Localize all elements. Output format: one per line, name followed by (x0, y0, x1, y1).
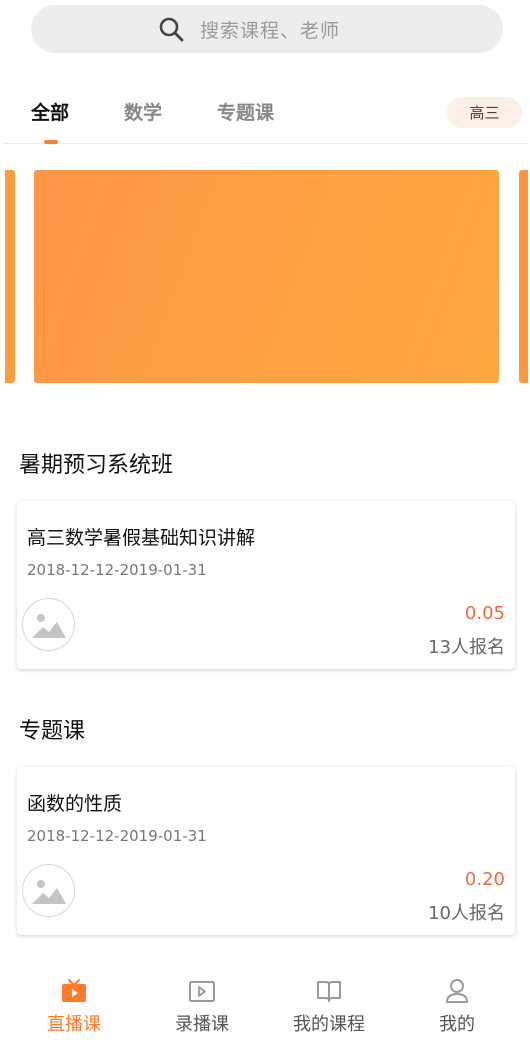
nav-label: 我的课程 (293, 1014, 365, 1035)
bottom-navigation: 直播课 录播课 我的课程 我的 (2, 968, 528, 1040)
course-price: 0.20 (464, 869, 505, 890)
live-tv-icon (62, 979, 86, 1002)
category-tabs: 全部 数学 专题课 高三 (2, 84, 528, 144)
teacher-avatar (22, 598, 75, 651)
course-price: 0.05 (464, 603, 505, 624)
video-icon (189, 981, 215, 1002)
teacher-avatar (22, 864, 75, 917)
search-placeholder: 搜索课程、老师 (199, 19, 340, 42)
image-placeholder-icon (31, 879, 66, 904)
banner-slide[interactable] (34, 170, 499, 383)
banner-next-slide[interactable] (519, 170, 528, 383)
nav-label: 我的 (439, 1014, 475, 1035)
book-icon (317, 981, 341, 1002)
course-card[interactable]: 高三数学暑假基础知识讲解 2018-12-12-2019-01-31 0.05 … (17, 501, 515, 669)
nav-label: 直播课 (47, 1014, 101, 1035)
course-title: 高三数学暑假基础知识讲解 (27, 527, 256, 549)
nav-recorded-courses[interactable]: 录播课 (152, 968, 252, 1040)
grade-filter-button[interactable]: 高三 (447, 97, 522, 128)
course-date: 2018-12-12-2019-01-31 (27, 561, 207, 579)
course-title: 函数的性质 (27, 793, 123, 815)
section-title-special: 专题课 (19, 719, 86, 744)
tab-all[interactable]: 全部 (31, 98, 69, 125)
app-screen: 搜索课程、老师 全部 数学 专题课 高三 暑期预习系统班 高三数学暑假基础知识讲… (2, 0, 528, 1040)
nav-profile[interactable]: 我的 (407, 968, 507, 1040)
course-date: 2018-12-12-2019-01-31 (27, 827, 207, 845)
banner-previous-slide[interactable] (5, 170, 15, 383)
nav-label: 录播课 (175, 1014, 229, 1035)
image-placeholder-icon (31, 613, 66, 638)
tab-math[interactable]: 数学 (124, 98, 162, 125)
user-icon (446, 979, 468, 1003)
course-card[interactable]: 函数的性质 2018-12-12-2019-01-31 0.20 10人报名 (17, 767, 515, 935)
course-enrolled-count: 13人报名 (428, 637, 505, 658)
section-title-summer: 暑期预习系统班 (19, 453, 174, 478)
search-bar[interactable]: 搜索课程、老师 (31, 5, 503, 53)
course-enrolled-count: 10人报名 (428, 903, 505, 924)
nav-live-courses[interactable]: 直播课 (24, 968, 124, 1040)
nav-my-courses[interactable]: 我的课程 (279, 968, 379, 1040)
active-tab-indicator (44, 140, 58, 144)
search-icon (159, 17, 184, 42)
tab-special[interactable]: 专题课 (217, 98, 274, 125)
